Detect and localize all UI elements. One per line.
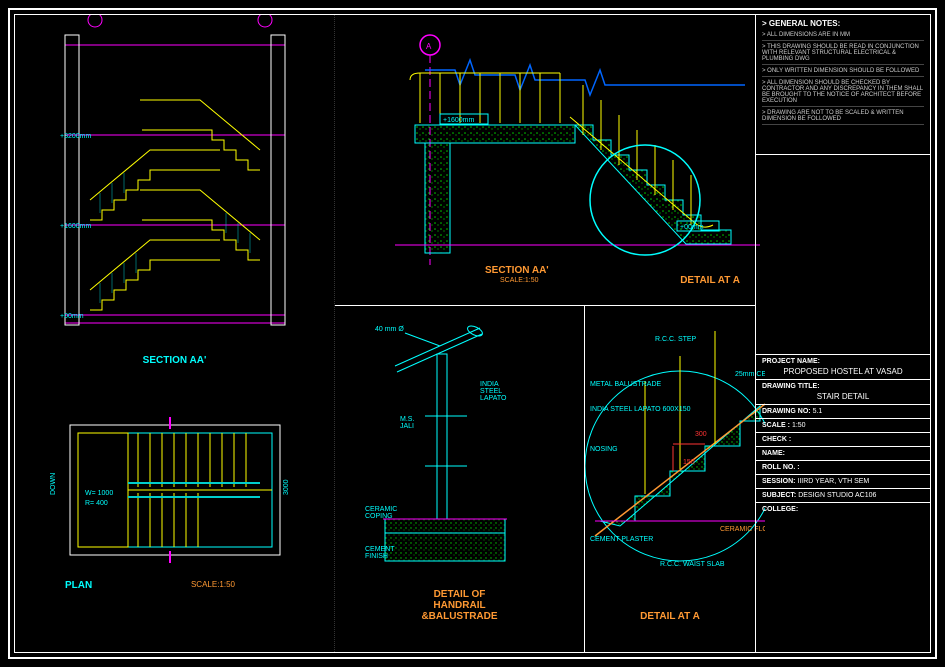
titleblock: > GENERAL NOTES: > ALL DIMENSIONS ARE IN… (755, 15, 930, 652)
svg-text:+1600mm: +1600mm (443, 117, 474, 124)
svg-text:W= 1000: W= 1000 (85, 490, 113, 497)
svg-text:LAPATO: LAPATO (480, 395, 507, 402)
drawing-title-row: DRAWING TITLE: STAIR DETAIL (756, 380, 930, 405)
svg-text:300: 300 (695, 431, 707, 438)
plan-drawing: DOWN W= 1000 R= 400 3000 (15, 395, 335, 595)
svg-text:R= 400: R= 400 (85, 500, 108, 507)
panel-section-detail: A +1600mm +00mm (335, 15, 755, 305)
svg-text:JALI: JALI (400, 423, 414, 430)
svg-text:METAL BALUSTRADE: METAL BALUSTRADE (590, 381, 662, 388)
inner-border: +3200mm +1600mm +00mm SECTION AA' (14, 14, 931, 653)
svg-text:COPING: COPING (365, 513, 393, 520)
roll-row: ROLL NO. : (756, 461, 930, 475)
drawing-no-row: DRAWING NO: 5.1 (756, 405, 930, 419)
svg-text:M.S.: M.S. (400, 416, 414, 423)
svg-text:150: 150 (683, 459, 695, 466)
name-row: NAME: (756, 447, 930, 461)
note-item: > THIS DRAWING SHOULD BE READ IN CONJUNC… (762, 44, 924, 65)
svg-text:3000: 3000 (283, 479, 290, 495)
svg-text:CEMENT: CEMENT (365, 546, 395, 553)
svg-text:CEMENT PLASTER: CEMENT PLASTER (590, 536, 653, 543)
section-aa-title: SECTION AA' (485, 265, 549, 276)
project-name-row: PROJECT NAME: PROPOSED HOSTEL AT VASAD (756, 355, 930, 380)
plan-title: PLAN (65, 580, 92, 591)
panel-detail-a: 150 300 R.C.C. STEP METAL BALUSTRADE NOS… (585, 305, 755, 652)
note-item: > ONLY WRITTEN DIMENSION SHOULD BE FOLLO… (762, 68, 924, 77)
session-row: SESSION: IIIRD YEAR, VTH SEM (756, 475, 930, 489)
college-row: COLLEGE: (756, 503, 930, 516)
detail-callout: DETAIL AT A (680, 275, 740, 286)
svg-text:A: A (426, 42, 432, 51)
svg-text:INDIA: INDIA (480, 381, 499, 388)
svg-text:40 mm Ø: 40 mm Ø (375, 326, 404, 333)
check-row: CHECK : (756, 433, 930, 447)
svg-text:DOWN: DOWN (50, 473, 57, 495)
general-notes: > GENERAL NOTES: > ALL DIMENSIONS ARE IN… (756, 15, 930, 155)
svg-text:NOSING: NOSING (590, 446, 618, 453)
svg-text:INDIA STEEL LAPATO 600X150: INDIA STEEL LAPATO 600X150 (590, 406, 691, 413)
svg-text:R.C.C. STEP: R.C.C. STEP (655, 336, 697, 343)
section-title: SECTION AA' (15, 355, 334, 366)
notes-heading: > GENERAL NOTES: (762, 19, 924, 28)
svg-text:STEEL: STEEL (480, 388, 502, 395)
subject-row: SUBJECT: DESIGN STUDIO AC106 (756, 489, 930, 503)
panel-bottom: 40 mm Ø INDIA STEEL LAPATO M.S. JALI CER… (335, 305, 755, 652)
handrail-title3: &BALUSTRADE (335, 611, 584, 622)
panel-section-plan: +3200mm +1600mm +00mm SECTION AA' (15, 15, 335, 652)
note-item: > ALL DIMENSIONS ARE IN MM (762, 32, 924, 41)
section-aa-scale: SCALE:1:50 (500, 277, 539, 284)
svg-text:FINISH: FINISH (365, 553, 388, 560)
note-item: > ALL DIMENSION SHOULD BE CHECKED BY CON… (762, 80, 924, 107)
detail-a-title: DETAIL AT A (585, 611, 755, 622)
logo-area (756, 155, 930, 355)
svg-text:+00mm: +00mm (60, 313, 84, 320)
handrail-title1: DETAIL OF (335, 589, 584, 600)
svg-text:R.C.C. WAIST SLAB: R.C.C. WAIST SLAB (660, 561, 725, 568)
detail-a-drawing: 150 300 R.C.C. STEP METAL BALUSTRADE NOS… (585, 306, 765, 646)
handrail-title2: HANDRAIL (335, 600, 584, 611)
sheet-border: +3200mm +1600mm +00mm SECTION AA' (8, 8, 937, 659)
svg-text:+3200mm: +3200mm (60, 133, 91, 140)
section-aa-detail: A +1600mm +00mm (335, 15, 760, 305)
note-item: > DRAWING ARE NOT TO BE SCALED & WRITTEN… (762, 110, 924, 125)
svg-text:CERAMIC: CERAMIC (365, 506, 397, 513)
scale-row: SCALE : 1:50 (756, 419, 930, 433)
panel-handrail: 40 mm Ø INDIA STEEL LAPATO M.S. JALI CER… (335, 305, 585, 652)
svg-text:+1600mm: +1600mm (60, 223, 91, 230)
plan-scale: SCALE:1:50 (191, 580, 235, 591)
